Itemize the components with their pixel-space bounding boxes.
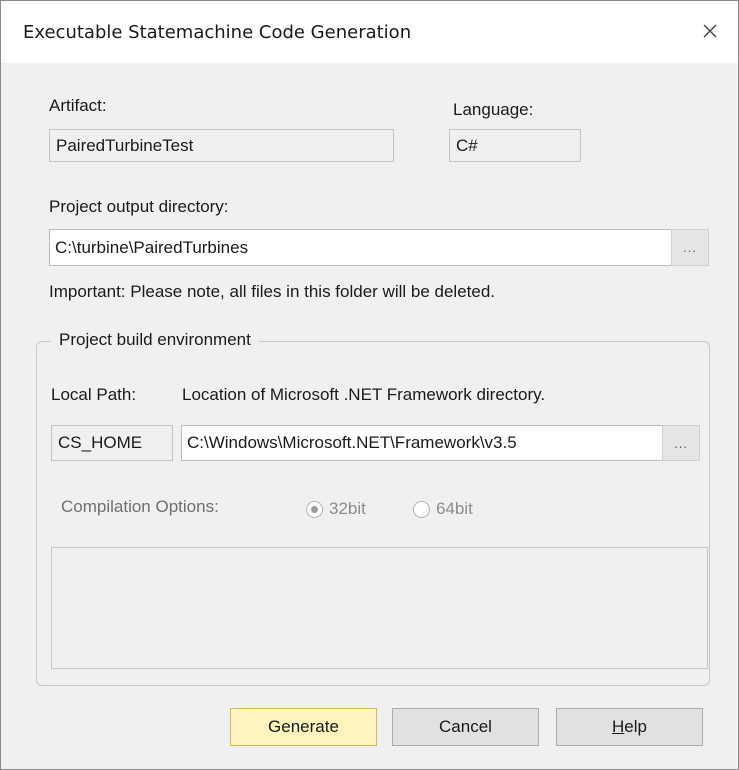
window-title: Executable Statemachine Code Generation: [23, 22, 412, 43]
cancel-button[interactable]: Cancel: [392, 708, 539, 746]
close-icon: [703, 24, 717, 38]
language-label: Language:: [453, 100, 534, 119]
generate-button[interactable]: Generate: [230, 708, 377, 746]
compilation-options-label: Compilation Options:: [61, 497, 219, 516]
code-generation-dialog: Executable Statemachine Code Generation …: [0, 0, 739, 770]
local-path-key-field: CS_HOME: [51, 425, 173, 461]
radio-64bit[interactable]: 64bit: [413, 499, 473, 519]
title-bar: Executable Statemachine Code Generation: [1, 1, 738, 63]
local-path-browse-button[interactable]: ...: [662, 425, 700, 461]
radio-64bit-label: 64bit: [436, 499, 473, 518]
local-path-input[interactable]: C:\Windows\Microsoft.NET\Framework\v3.5: [181, 425, 663, 461]
radio-unselected-icon: [413, 500, 430, 518]
compilation-options-textbox[interactable]: [51, 547, 708, 669]
local-path-label: Local Path:: [51, 385, 137, 404]
help-button[interactable]: Help: [556, 708, 703, 746]
output-warning-note: Important: Please note, all files in thi…: [49, 282, 496, 301]
language-field: C#: [449, 129, 581, 162]
output-directory-input[interactable]: C:\turbine\PairedTurbines: [49, 229, 672, 266]
artifact-label: Artifact:: [49, 96, 107, 115]
output-directory-label: Project output directory:: [49, 197, 229, 216]
close-button[interactable]: [692, 13, 728, 49]
artifact-field: PairedTurbineTest: [49, 129, 394, 162]
radio-32bit-label: 32bit: [329, 499, 366, 518]
radio-selected-icon: [306, 500, 323, 518]
help-label-rest: elp: [624, 717, 647, 736]
help-mnemonic: H: [612, 717, 625, 736]
build-environment-legend: Project build environment: [51, 330, 259, 350]
output-browse-button[interactable]: ...: [671, 229, 709, 266]
radio-32bit[interactable]: 32bit: [306, 499, 366, 519]
local-path-description: Location of Microsoft .NET Framework dir…: [182, 385, 546, 404]
